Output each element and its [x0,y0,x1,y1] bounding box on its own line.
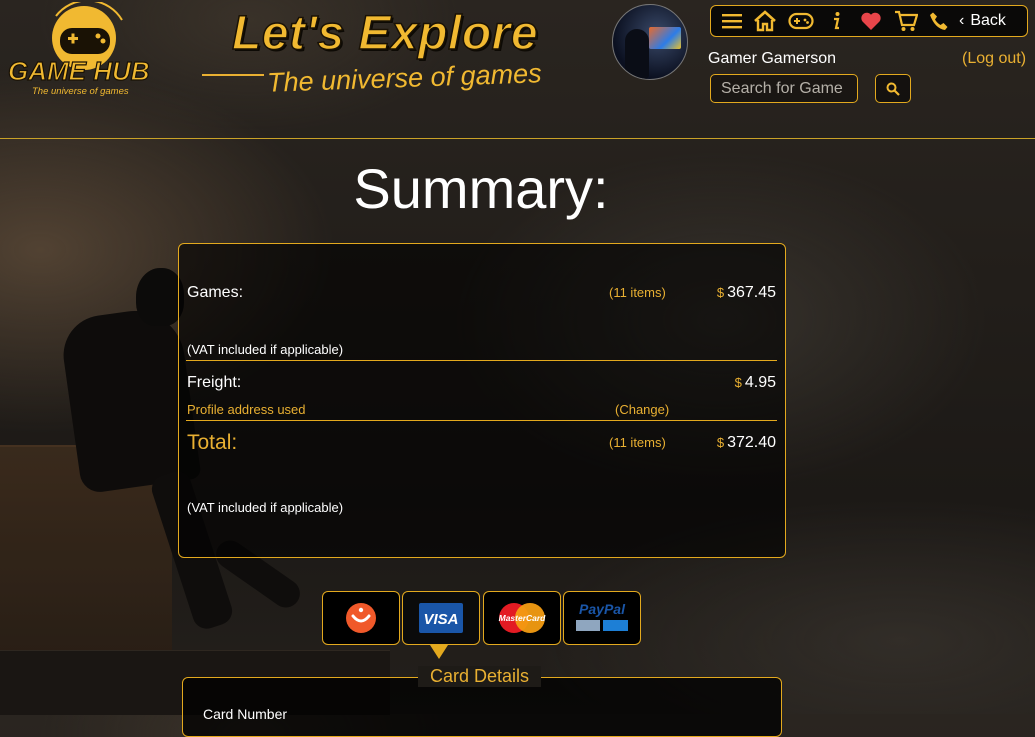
currency-symbol: $ [716,285,725,300]
search-icon [886,82,900,96]
visa-text: VISA [423,611,458,628]
game-hub-logo[interactable]: GAME HUB The universe of games [4,0,160,98]
games-vat-note: (VAT included if applicable) [187,342,344,357]
logo-text: GAME HUB [8,56,150,86]
card-details-legend: Card Details [418,666,542,687]
avatar-gamer-decor [625,29,649,79]
order-summary: Games: (11 items) $367.45 (VAT included … [178,243,786,558]
cart-icon[interactable] [889,6,923,36]
gamepad-icon[interactable] [783,6,819,36]
back-label: Back [970,12,1006,29]
games-count: (11 items) [609,285,666,300]
phone-icon[interactable] [923,6,955,36]
divider [186,420,777,421]
total-price-value: 372.40 [727,434,776,451]
menu-icon[interactable] [717,6,747,36]
main-nav: ‹ Back [710,5,1028,37]
stone-wall-decor [0,445,172,657]
mastercard-icon: MasterCard [499,603,547,633]
currency-symbol: $ [716,435,725,450]
mastercard-text: MasterCard [499,613,547,623]
smile-pay-icon [346,603,376,633]
total-label: Total: [187,431,238,454]
card-number-label: Card Number [203,706,288,722]
total-count: (11 items) [609,435,666,450]
freight-price-value: 4.95 [744,374,776,391]
silhouette-head-decor [136,268,184,326]
avatar-monitor-decor [649,27,681,49]
site-header: GAME HUB The universe of games Let's Exp… [0,0,1035,139]
paypal-text: PayPal [579,601,626,617]
home-icon[interactable] [747,6,783,36]
change-address-link[interactable]: (Change) [615,402,669,417]
logout-link[interactable]: (Log out) [962,50,1026,68]
payment-mastercard-tab[interactable]: MasterCard [483,591,561,645]
payment-paypal-tab[interactable]: PayPal [563,591,641,645]
freight-address-note: Profile address used [187,402,306,417]
back-button[interactable]: ‹ Back [959,6,1006,36]
games-price: $367.45 [717,284,776,302]
info-icon[interactable] [819,6,853,36]
divider [186,360,777,361]
page-title: Summary: [353,157,609,220]
search-input[interactable] [710,74,858,103]
currency-symbol: $ [734,375,742,390]
search-button[interactable] [875,74,911,103]
freight-label: Freight: [187,374,242,391]
slogan-main: Let's Explore [231,6,539,61]
avatar[interactable] [612,4,688,80]
chevron-left-icon: ‹ [959,12,965,29]
username: Gamer Gamerson [708,50,837,67]
freight-price: $4.95 [735,374,776,392]
payment-smile-tab[interactable] [322,591,400,645]
payment-visa-tab[interactable]: VISA [402,591,480,645]
total-vat-note: (VAT included if applicable) [187,500,344,515]
active-tab-pointer [430,645,448,659]
visa-icon: VISA [419,603,463,633]
games-price-value: 367.45 [727,284,776,301]
logo-tagline: The universe of games [32,86,129,97]
slogan-sub: The universe of games [266,58,543,98]
heart-icon[interactable] [853,6,889,36]
slogan-divider [202,74,264,76]
total-price: $372.40 [717,434,776,452]
paypal-icon: PayPal [576,601,628,631]
games-label: Games: [187,284,244,301]
